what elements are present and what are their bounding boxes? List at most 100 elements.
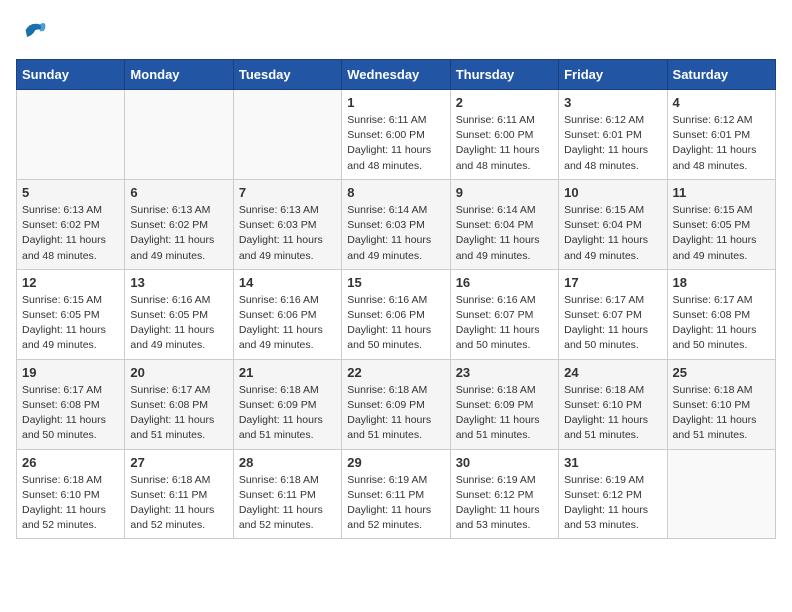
day-number: 3	[564, 95, 661, 110]
calendar-cell: 24 Sunrise: 6:18 AM Sunset: 6:10 PM Dayli…	[559, 359, 667, 449]
calendar-cell: 15 Sunrise: 6:16 AM Sunset: 6:06 PM Dayli…	[342, 269, 450, 359]
day-info: Sunrise: 6:18 AM Sunset: 6:10 PM Dayligh…	[673, 383, 770, 444]
calendar-cell	[667, 449, 775, 539]
calendar-cell: 23 Sunrise: 6:18 AM Sunset: 6:09 PM Dayli…	[450, 359, 558, 449]
calendar-cell: 12 Sunrise: 6:15 AM Sunset: 6:05 PM Dayli…	[17, 269, 125, 359]
calendar-cell: 22 Sunrise: 6:18 AM Sunset: 6:09 PM Dayli…	[342, 359, 450, 449]
weekday-header-monday: Monday	[125, 60, 233, 90]
day-info: Sunrise: 6:18 AM Sunset: 6:09 PM Dayligh…	[239, 383, 336, 444]
day-info: Sunrise: 6:15 AM Sunset: 6:05 PM Dayligh…	[673, 203, 770, 264]
calendar-cell: 20 Sunrise: 6:17 AM Sunset: 6:08 PM Dayli…	[125, 359, 233, 449]
day-info: Sunrise: 6:18 AM Sunset: 6:11 PM Dayligh…	[130, 473, 227, 534]
calendar-cell: 21 Sunrise: 6:18 AM Sunset: 6:09 PM Dayli…	[233, 359, 341, 449]
calendar-cell: 6 Sunrise: 6:13 AM Sunset: 6:02 PM Daylig…	[125, 179, 233, 269]
weekday-header-sunday: Sunday	[17, 60, 125, 90]
day-number: 30	[456, 455, 553, 470]
calendar-cell	[17, 90, 125, 180]
logo-bird-icon	[20, 16, 48, 44]
day-number: 24	[564, 365, 661, 380]
weekday-header-tuesday: Tuesday	[233, 60, 341, 90]
day-info: Sunrise: 6:14 AM Sunset: 6:04 PM Dayligh…	[456, 203, 553, 264]
day-info: Sunrise: 6:18 AM Sunset: 6:10 PM Dayligh…	[564, 383, 661, 444]
calendar-week-1: 1 Sunrise: 6:11 AM Sunset: 6:00 PM Daylig…	[17, 90, 776, 180]
day-number: 31	[564, 455, 661, 470]
day-info: Sunrise: 6:13 AM Sunset: 6:02 PM Dayligh…	[22, 203, 119, 264]
day-number: 22	[347, 365, 444, 380]
day-number: 16	[456, 275, 553, 290]
weekday-header-wednesday: Wednesday	[342, 60, 450, 90]
calendar-week-5: 26 Sunrise: 6:18 AM Sunset: 6:10 PM Dayli…	[17, 449, 776, 539]
day-number: 5	[22, 185, 119, 200]
day-number: 13	[130, 275, 227, 290]
calendar-cell: 14 Sunrise: 6:16 AM Sunset: 6:06 PM Dayli…	[233, 269, 341, 359]
day-info: Sunrise: 6:12 AM Sunset: 6:01 PM Dayligh…	[564, 113, 661, 174]
day-number: 19	[22, 365, 119, 380]
day-number: 7	[239, 185, 336, 200]
day-info: Sunrise: 6:18 AM Sunset: 6:09 PM Dayligh…	[456, 383, 553, 444]
day-number: 21	[239, 365, 336, 380]
calendar-week-2: 5 Sunrise: 6:13 AM Sunset: 6:02 PM Daylig…	[17, 179, 776, 269]
day-info: Sunrise: 6:16 AM Sunset: 6:06 PM Dayligh…	[239, 293, 336, 354]
day-number: 14	[239, 275, 336, 290]
day-info: Sunrise: 6:17 AM Sunset: 6:08 PM Dayligh…	[22, 383, 119, 444]
calendar-cell: 30 Sunrise: 6:19 AM Sunset: 6:12 PM Dayli…	[450, 449, 558, 539]
day-info: Sunrise: 6:18 AM Sunset: 6:09 PM Dayligh…	[347, 383, 444, 444]
page-header	[16, 16, 776, 49]
calendar-week-3: 12 Sunrise: 6:15 AM Sunset: 6:05 PM Dayli…	[17, 269, 776, 359]
calendar-cell: 16 Sunrise: 6:16 AM Sunset: 6:07 PM Dayli…	[450, 269, 558, 359]
weekday-header-thursday: Thursday	[450, 60, 558, 90]
calendar-header: SundayMondayTuesdayWednesdayThursdayFrid…	[17, 60, 776, 90]
day-number: 23	[456, 365, 553, 380]
day-number: 10	[564, 185, 661, 200]
calendar-cell: 28Sunrise: 6:18 AM Sunset: 6:11 PM Dayli…	[233, 449, 341, 539]
calendar-cell: 19 Sunrise: 6:17 AM Sunset: 6:08 PM Dayli…	[17, 359, 125, 449]
day-number: 20	[130, 365, 227, 380]
weekday-header-saturday: Saturday	[667, 60, 775, 90]
calendar-cell: 10 Sunrise: 6:15 AM Sunset: 6:04 PM Dayli…	[559, 179, 667, 269]
day-number: 29	[347, 455, 444, 470]
calendar-cell: 17Sunrise: 6:17 AM Sunset: 6:07 PM Dayli…	[559, 269, 667, 359]
calendar-cell: 29 Sunrise: 6:19 AM Sunset: 6:11 PM Dayli…	[342, 449, 450, 539]
day-info: Sunrise: 6:11 AM Sunset: 6:00 PM Dayligh…	[347, 113, 444, 174]
calendar-cell: 31 Sunrise: 6:19 AM Sunset: 6:12 PM Dayli…	[559, 449, 667, 539]
day-info: Sunrise: 6:16 AM Sunset: 6:07 PM Dayligh…	[456, 293, 553, 354]
day-info: Sunrise: 6:11 AM Sunset: 6:00 PM Dayligh…	[456, 113, 553, 174]
calendar-cell: 7Sunrise: 6:13 AM Sunset: 6:03 PM Daylig…	[233, 179, 341, 269]
calendar-table: SundayMondayTuesdayWednesdayThursdayFrid…	[16, 59, 776, 539]
calendar-cell: 3 Sunrise: 6:12 AM Sunset: 6:01 PM Daylig…	[559, 90, 667, 180]
day-number: 8	[347, 185, 444, 200]
calendar-cell: 27 Sunrise: 6:18 AM Sunset: 6:11 PM Dayli…	[125, 449, 233, 539]
calendar-cell	[233, 90, 341, 180]
day-info: Sunrise: 6:16 AM Sunset: 6:05 PM Dayligh…	[130, 293, 227, 354]
calendar-cell	[125, 90, 233, 180]
day-number: 18	[673, 275, 770, 290]
day-info: Sunrise: 6:15 AM Sunset: 6:05 PM Dayligh…	[22, 293, 119, 354]
day-info: Sunrise: 6:16 AM Sunset: 6:06 PM Dayligh…	[347, 293, 444, 354]
day-number: 27	[130, 455, 227, 470]
calendar-cell: 9Sunrise: 6:14 AM Sunset: 6:04 PM Daylig…	[450, 179, 558, 269]
day-info: Sunrise: 6:19 AM Sunset: 6:12 PM Dayligh…	[456, 473, 553, 534]
day-number: 15	[347, 275, 444, 290]
day-info: Sunrise: 6:13 AM Sunset: 6:02 PM Dayligh…	[130, 203, 227, 264]
calendar-cell: 4Sunrise: 6:12 AM Sunset: 6:01 PM Daylig…	[667, 90, 775, 180]
logo	[16, 16, 48, 49]
day-number: 12	[22, 275, 119, 290]
day-number: 6	[130, 185, 227, 200]
day-number: 25	[673, 365, 770, 380]
day-number: 1	[347, 95, 444, 110]
day-number: 17	[564, 275, 661, 290]
day-number: 11	[673, 185, 770, 200]
day-number: 26	[22, 455, 119, 470]
calendar-cell: 5 Sunrise: 6:13 AM Sunset: 6:02 PM Daylig…	[17, 179, 125, 269]
day-info: Sunrise: 6:15 AM Sunset: 6:04 PM Dayligh…	[564, 203, 661, 264]
day-info: Sunrise: 6:14 AM Sunset: 6:03 PM Dayligh…	[347, 203, 444, 264]
day-info: Sunrise: 6:19 AM Sunset: 6:11 PM Dayligh…	[347, 473, 444, 534]
calendar-cell: 18Sunrise: 6:17 AM Sunset: 6:08 PM Dayli…	[667, 269, 775, 359]
calendar-cell: 2Sunrise: 6:11 AM Sunset: 6:00 PM Daylig…	[450, 90, 558, 180]
weekday-header-friday: Friday	[559, 60, 667, 90]
day-info: Sunrise: 6:17 AM Sunset: 6:08 PM Dayligh…	[130, 383, 227, 444]
calendar-cell: 11 Sunrise: 6:15 AM Sunset: 6:05 PM Dayli…	[667, 179, 775, 269]
day-info: Sunrise: 6:19 AM Sunset: 6:12 PM Dayligh…	[564, 473, 661, 534]
calendar-week-4: 19 Sunrise: 6:17 AM Sunset: 6:08 PM Dayli…	[17, 359, 776, 449]
day-info: Sunrise: 6:18 AM Sunset: 6:10 PM Dayligh…	[22, 473, 119, 534]
